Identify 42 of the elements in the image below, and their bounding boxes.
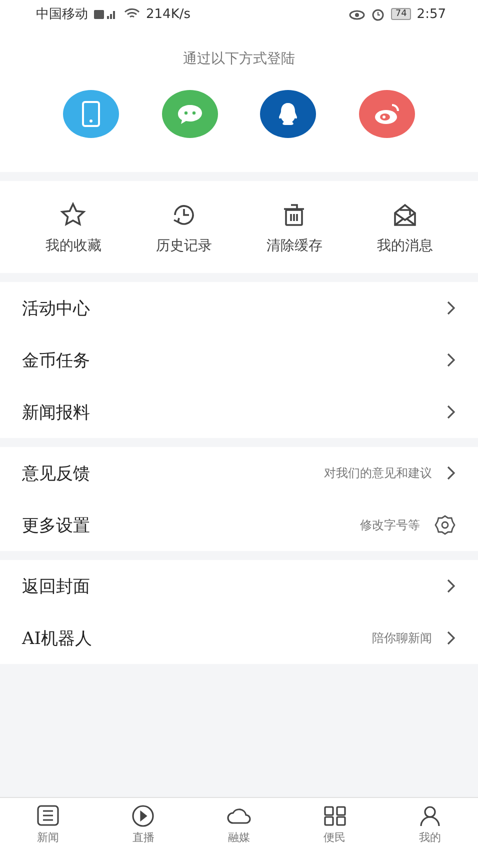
shortcut-button[interactable]: 清除缓存 <box>239 201 350 255</box>
menu-item[interactable]: 新闻报料 <box>22 400 446 424</box>
alarm-icon <box>371 7 386 21</box>
settings-icon <box>434 514 456 536</box>
menu-hint: 陪你聊新闻 <box>372 630 432 646</box>
login-title: 通过以下方式登陆 <box>182 50 296 68</box>
clock-time: 2:57 <box>416 6 446 22</box>
menu-item[interactable]: 返回封面 <box>22 574 446 598</box>
chevron-right-icon <box>446 465 456 481</box>
tab-button[interactable]: 我的 <box>382 798 478 850</box>
menu-item[interactable]: 更多设置 <box>22 514 360 536</box>
chevron-right-icon <box>446 352 456 368</box>
menu-item[interactable]: AI机器人 <box>22 626 372 650</box>
eye-icon <box>349 8 366 20</box>
chevron-right-icon <box>446 578 456 594</box>
menu-item[interactable]: 意见反馈 <box>22 462 324 484</box>
chevron-right-icon <box>446 300 456 316</box>
menu-item[interactable]: 活动中心 <box>22 296 446 320</box>
tab-button[interactable]: 新闻 <box>0 798 96 850</box>
menu-item[interactable]: 金币任务 <box>22 348 446 372</box>
chat-bubble-icon <box>176 102 204 126</box>
menu-hint: 对我们的意见和建议 <box>324 464 432 482</box>
grid-icon <box>322 804 348 828</box>
network-speed: 214K/s <box>146 6 190 22</box>
tab-button[interactable]: 直播 <box>96 798 192 850</box>
phone-icon <box>81 100 102 128</box>
battery-level: 74 <box>391 8 411 20</box>
carrier-name: 中国移动 <box>36 6 88 23</box>
menu-hint: 修改字号等 <box>360 516 420 534</box>
tab-button[interactable]: 便民 <box>286 798 382 850</box>
shortcut-button[interactable]: 历史记录 <box>128 201 239 255</box>
list-icon <box>34 804 61 828</box>
star-icon <box>59 201 88 229</box>
shortcut-button[interactable]: 我的收藏 <box>18 201 128 255</box>
shortcut-button[interactable]: 我的消息 <box>350 201 460 255</box>
wifi-icon <box>124 8 140 20</box>
chevron-right-icon <box>446 630 456 646</box>
tab-button[interactable]: 融媒 <box>191 798 287 850</box>
chevron-right-icon <box>446 404 456 420</box>
penguin-icon <box>277 101 300 127</box>
signal-icon <box>94 8 118 20</box>
play-icon <box>130 804 156 828</box>
